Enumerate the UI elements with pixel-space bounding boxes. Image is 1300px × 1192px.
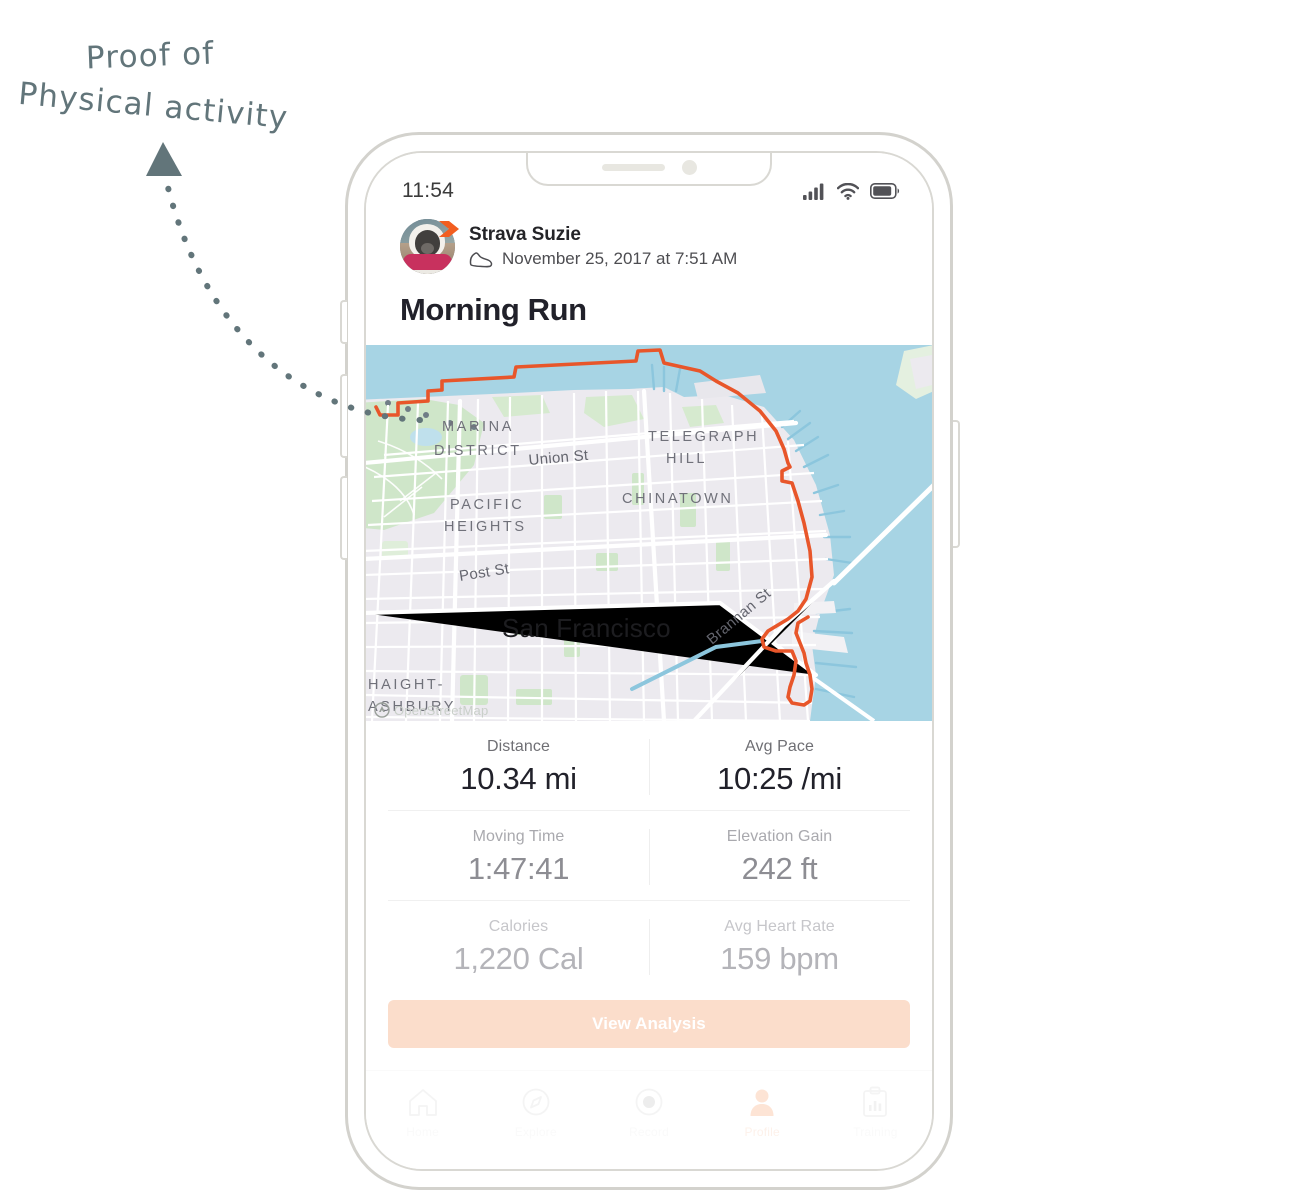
phone-mockup: 11:54 Strava Suzie November 25, 2017 at … xyxy=(340,132,960,1192)
stat-label: Moving Time xyxy=(472,828,565,845)
activity-meta: November 25, 2017 at 7:51 AM xyxy=(469,249,737,269)
stat-row: Calories 1,220 Cal Avg Heart Rate 159 bp… xyxy=(388,901,910,990)
tab-record[interactable]: Record xyxy=(592,1085,705,1139)
activity-map[interactable]: MARINA DISTRICT Union St TELEGRAPH HILL … xyxy=(366,345,932,721)
stat-label: Avg Heart Rate xyxy=(724,918,835,935)
tab-label: Home xyxy=(406,1125,439,1139)
stat-value: 1:47:41 xyxy=(467,851,570,886)
stat-label: Avg Pace xyxy=(745,738,814,755)
tab-home[interactable]: Home xyxy=(366,1085,479,1139)
clipboard-chart-icon xyxy=(863,1086,888,1117)
map-attribution-text: OpenStreetMap xyxy=(394,702,489,718)
tab-training[interactable]: Training xyxy=(819,1085,932,1139)
mute-switch[interactable] xyxy=(340,300,347,344)
power-button[interactable] xyxy=(953,420,960,548)
stat-label: Calories xyxy=(488,918,549,935)
stat-value: 10:25 /mi xyxy=(717,761,842,796)
tab-label: Training xyxy=(853,1125,898,1139)
view-analysis-button[interactable]: View Analysis xyxy=(388,1000,910,1048)
annotation-line-2: Physical activity xyxy=(16,75,290,137)
app-screen: 11:54 Strava Suzie November 25, 2017 at … xyxy=(366,153,932,1169)
stat-distance: Distance 10.34 mi xyxy=(388,721,649,810)
activity-header: Strava Suzie November 25, 2017 at 7:51 A… xyxy=(366,215,932,345)
stat-value: 1,220 Cal xyxy=(453,941,584,976)
stat-calories: Calories 1,220 Cal xyxy=(388,901,649,990)
stat-elevation-gain: Elevation Gain 242 ft xyxy=(649,811,910,900)
speaker-grill-icon xyxy=(601,164,665,171)
running-shoe-icon xyxy=(469,251,493,267)
map-label-pacific-2: HEIGHTS xyxy=(444,519,527,535)
phone-notch xyxy=(526,153,772,186)
map-attribution: OpenStreetMap xyxy=(374,702,488,718)
strava-logo-icon xyxy=(374,702,390,718)
athlete-name: Strava Suzie xyxy=(469,224,581,245)
tab-explore[interactable]: Explore xyxy=(479,1085,592,1139)
avatar-wrapper[interactable] xyxy=(400,219,459,274)
activity-date: November 25, 2017 at 7:51 AM xyxy=(502,249,738,268)
activity-title: Morning Run xyxy=(400,292,587,327)
map-label-marina-2: DISTRICT xyxy=(434,443,522,459)
stat-avg-heart-rate: Avg Heart Rate 159 bpm xyxy=(649,901,910,990)
tab-label: Explore xyxy=(514,1125,557,1139)
volume-down-button[interactable] xyxy=(340,476,347,560)
person-icon xyxy=(750,1089,774,1116)
stat-row: Distance 10.34 mi Avg Pace 10:25 /mi xyxy=(388,721,910,811)
stat-label: Elevation Gain xyxy=(726,828,833,845)
tab-label: Profile xyxy=(744,1125,780,1139)
map-label-city: San Francisco xyxy=(502,613,671,643)
tab-label: Record xyxy=(629,1125,669,1139)
status-icons xyxy=(803,182,900,200)
phone-screen-bezel: 11:54 Strava Suzie November 25, 2017 at … xyxy=(364,151,934,1171)
strava-chevron-icon xyxy=(439,221,459,237)
athlete-text-block: Strava Suzie November 25, 2017 at 7:51 A… xyxy=(469,224,737,269)
map-label-haight: HAIGHT- xyxy=(368,677,445,693)
stat-value: 10.34 mi xyxy=(460,761,577,796)
stat-value: 159 bpm xyxy=(720,941,839,976)
wifi-icon xyxy=(837,182,859,200)
home-icon xyxy=(408,1089,437,1116)
map-label-telegraph: TELEGRAPH xyxy=(648,429,759,445)
map-label-telegraph-2: HILL xyxy=(666,451,707,467)
stat-moving-time: Moving Time 1:47:41 xyxy=(388,811,649,900)
stat-label: Distance xyxy=(486,738,551,755)
map-label-marina: MARINA xyxy=(442,419,514,435)
activity-stats: Distance 10.34 mi Avg Pace 10:25 /mi Mov… xyxy=(366,721,932,990)
bottom-tab-bar: Home Explore Record Profile Training xyxy=(366,1070,932,1169)
battery-icon xyxy=(870,183,900,199)
stat-row: Moving Time 1:47:41 Elevation Gain 242 f… xyxy=(388,811,910,901)
map-label-chinatown: CHINATOWN xyxy=(622,491,733,507)
stat-avg-pace: Avg Pace 10:25 /mi xyxy=(649,721,910,810)
cellular-signal-icon xyxy=(803,183,824,200)
volume-up-button[interactable] xyxy=(340,374,347,458)
tab-profile[interactable]: Profile xyxy=(706,1085,819,1139)
map-label-pacific: PACIFIC xyxy=(450,497,524,513)
compass-icon xyxy=(522,1088,550,1116)
front-camera-icon xyxy=(681,160,697,175)
map-canvas[interactable]: MARINA DISTRICT Union St TELEGRAPH HILL … xyxy=(366,345,932,721)
athlete-row[interactable]: Strava Suzie November 25, 2017 at 7:51 A… xyxy=(400,219,898,274)
stat-value: 242 ft xyxy=(741,851,818,886)
status-time: 11:54 xyxy=(402,179,454,202)
arrow-triangle-icon xyxy=(146,142,182,176)
record-icon xyxy=(635,1088,663,1116)
annotation-line-1: Proof of xyxy=(85,35,216,77)
